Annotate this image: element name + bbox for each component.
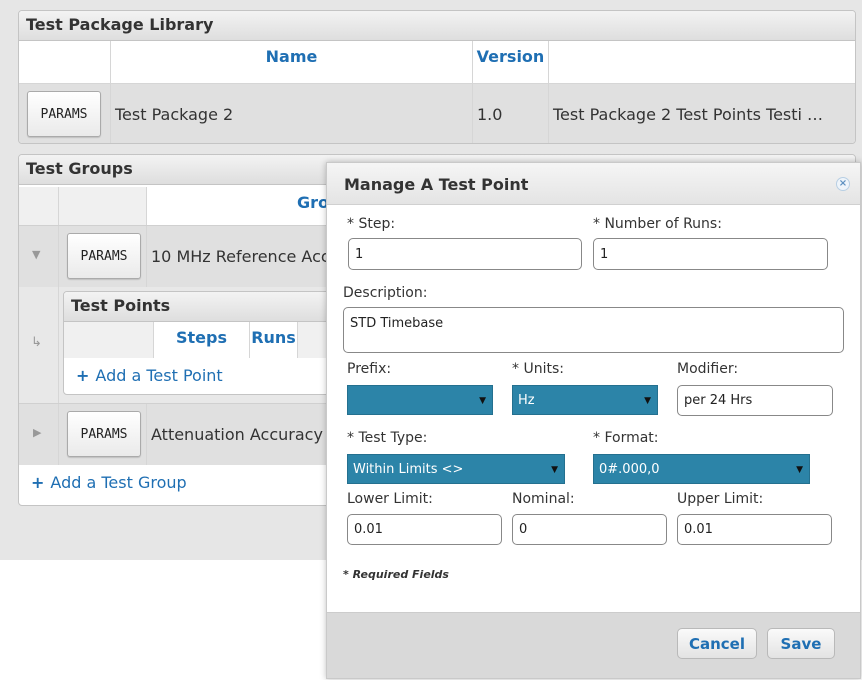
library-header-row: Name Version — [19, 41, 855, 83]
upper-limit-label: Upper Limit: — [677, 491, 764, 507]
units-select[interactable]: Hz ▼ — [512, 385, 658, 415]
format-select[interactable]: 0#.000,0 ▼ — [593, 454, 810, 484]
runs-input[interactable]: 1 — [593, 238, 828, 270]
group-row-params-cell: PARAMS — [59, 404, 147, 465]
cancel-button[interactable]: Cancel — [677, 628, 757, 659]
lower-limit-label: Lower Limit: — [347, 491, 433, 507]
add-test-group-link[interactable]: + Add a Test Group — [31, 473, 187, 492]
step-input[interactable]: 1 — [348, 238, 582, 270]
group-row-params-cell: PARAMS — [59, 226, 147, 287]
subrow-indent: ↳ — [19, 287, 59, 403]
description-label: Description: — [343, 285, 428, 301]
modifier-input[interactable]: per 24 Hrs — [677, 385, 833, 416]
library-header-version[interactable]: Version — [473, 41, 549, 83]
chevron-down-icon: ▼ — [551, 465, 558, 475]
runs-label: * Number of Runs: — [593, 216, 722, 232]
add-test-point-link[interactable]: + Add a Test Point — [76, 366, 223, 385]
chevron-right-icon[interactable]: ▶ — [33, 426, 41, 439]
dialog-header: Manage A Test Point × — [327, 163, 860, 205]
test-type-value: Within Limits <> — [353, 461, 464, 477]
dialog-footer: Cancel Save — [327, 612, 860, 678]
library-row-params-cell: PARAMS — [19, 84, 111, 143]
description-textarea[interactable]: STD Timebase — [343, 307, 844, 353]
group-row-expander[interactable]: ▶ — [19, 404, 59, 465]
nominal-label: Nominal: — [512, 491, 575, 507]
dialog-title: Manage A Test Point — [344, 175, 529, 194]
lower-limit-input[interactable]: 0.01 — [347, 514, 502, 545]
library-row-version: 1.0 — [473, 84, 549, 143]
groups-header-expander — [19, 187, 59, 225]
step-label: * Step: — [347, 216, 396, 232]
test-type-select[interactable]: Within Limits <> ▼ — [347, 454, 565, 484]
add-test-point-label: Add a Test Point — [95, 366, 223, 385]
prefix-label: Prefix: — [347, 361, 392, 377]
manage-test-point-dialog: Manage A Test Point × * Step: 1 * Number… — [326, 162, 861, 679]
close-icon[interactable]: × — [836, 177, 850, 191]
params-button[interactable]: PARAMS — [67, 233, 141, 279]
modifier-label: Modifier: — [677, 361, 739, 377]
upper-limit-input[interactable]: 0.01 — [677, 514, 832, 545]
add-test-group-label: Add a Test Group — [50, 473, 187, 492]
library-header-spacer — [19, 41, 111, 83]
units-label: * Units: — [512, 361, 564, 377]
chevron-down-icon: ▼ — [644, 396, 651, 406]
test-points-header-spacer — [64, 322, 154, 358]
format-label: * Format: — [593, 430, 659, 446]
library-header-name[interactable]: Name — [111, 41, 473, 83]
library-row-description: Test Package 2 Test Points Testi … — [549, 84, 855, 143]
test-points-header-runs[interactable]: Runs — [250, 322, 298, 358]
save-button[interactable]: Save — [767, 628, 835, 659]
group-row-expander[interactable]: ▼ — [19, 226, 59, 287]
groups-header-params — [59, 187, 147, 225]
params-button[interactable]: PARAMS — [27, 91, 101, 137]
units-value: Hz — [518, 392, 535, 408]
table-row: PARAMS Test Package 2 1.0 Test Package 2… — [19, 83, 855, 143]
test-package-library-panel: Test Package Library Name Version PARAMS… — [18, 10, 856, 144]
library-row-name: Test Package 2 — [111, 84, 473, 143]
required-fields-note: * Required Fields — [343, 568, 449, 581]
plus-icon: + — [31, 473, 45, 492]
chevron-down-icon[interactable]: ▼ — [32, 248, 40, 261]
chevron-down-icon: ▼ — [796, 465, 803, 475]
test-type-label: * Test Type: — [347, 430, 428, 446]
test-points-header-steps[interactable]: Steps — [154, 322, 250, 358]
chevron-down-icon: ▼ — [479, 396, 486, 406]
nominal-input[interactable]: 0 — [512, 514, 667, 545]
library-header-description — [549, 41, 855, 83]
plus-icon: + — [76, 366, 90, 385]
params-button[interactable]: PARAMS — [67, 411, 141, 457]
format-value: 0#.000,0 — [599, 461, 660, 477]
library-title: Test Package Library — [19, 11, 855, 41]
return-arrow-icon: ↳ — [31, 335, 42, 350]
prefix-select[interactable]: ▼ — [347, 385, 493, 415]
